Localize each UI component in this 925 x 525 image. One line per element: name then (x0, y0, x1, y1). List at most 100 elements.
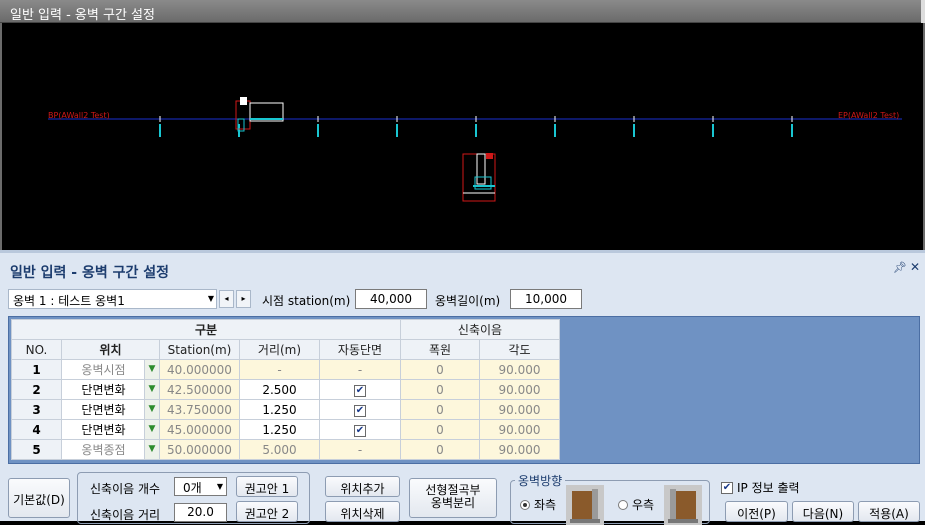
toolbar-row: 옹벽 1 : 테스트 옹벽1 ▼ ◂ ▸ 시점 station(m) 40,00… (8, 289, 908, 309)
dropdown-arrow-icon[interactable]: ▼ (144, 400, 159, 419)
row-dist[interactable]: 1.250 (239, 419, 320, 440)
row-station: 43.750000 (159, 399, 240, 420)
row-angle: 90.000 (479, 359, 560, 380)
wall-select-combo[interactable]: 옹벽 1 : 테스트 옹벽1 ▼ (8, 289, 217, 309)
row-pos[interactable]: 단면변화 ▼ (61, 399, 160, 420)
auto-section-checkbox[interactable]: ✔ (354, 385, 366, 397)
split-wall-label-2: 옹벽분리 (430, 496, 476, 510)
apply-button[interactable]: 적용(A) (858, 501, 920, 522)
wall-plan-symbol (235, 97, 284, 132)
auto-section-checkbox[interactable]: ✔ (354, 425, 366, 437)
row-width: 0 (400, 419, 480, 440)
row-station: 42.500000 (159, 379, 240, 400)
row-station: 50.000000 (159, 439, 240, 460)
right-radio-label: 우측 (632, 498, 655, 512)
col-no: NO. (11, 339, 62, 360)
row-angle: 90.000 (479, 379, 560, 400)
joint-count-value: 0개 (183, 481, 202, 495)
panel-title: 일반 입력 - 옹벽 구간 설정 (10, 265, 169, 281)
close-icon[interactable]: ✕ (910, 260, 920, 274)
joint-dist-input[interactable]: 20.0 (174, 503, 227, 522)
row-pos-value: 옹벽시점 (81, 363, 126, 377)
wall-length-input[interactable]: 10,000 (510, 289, 582, 309)
joint-count-select[interactable]: 0개 ▼ (174, 477, 227, 496)
row-angle: 90.000 (479, 399, 560, 420)
right-radio[interactable] (618, 500, 628, 510)
wall-select-value: 옹벽 1 : 테스트 옹벽1 (13, 294, 125, 308)
table-row[interactable]: 3 단면변화 ▼ 43.750000 1.250 ✔ 0 90.000 (11, 399, 560, 420)
next-button[interactable]: 다음(N) (792, 501, 854, 522)
row-auto[interactable]: ✔ (319, 399, 401, 420)
row-auto: - (319, 439, 401, 460)
row-pos[interactable]: 단면변화 ▼ (61, 419, 160, 440)
row-width: 0 (400, 399, 480, 420)
add-position-button[interactable]: 위치추가 (325, 476, 400, 497)
row-pos-value: 단면변화 (81, 403, 126, 417)
group-header: 구분 (11, 319, 401, 340)
start-station-label: 시점 station(m) (262, 294, 351, 308)
row-pos[interactable]: 단면변화 ▼ (61, 379, 160, 400)
row-dist: - (239, 359, 320, 380)
cad-viewport[interactable]: BP(AWall2 Test) EP(AWall2 Test) (0, 23, 925, 250)
default-button[interactable]: 기본값(D) (8, 478, 70, 518)
left-radio-label: 좌측 (534, 498, 557, 512)
row-pos[interactable]: 옹벽시점 ▼ (61, 359, 160, 380)
ip-info-checkbox[interactable]: ✔ (721, 482, 733, 494)
row-no: 3 (11, 399, 62, 420)
recommend1-button[interactable]: 권고안 1 (236, 476, 298, 497)
left-radio[interactable] (520, 500, 530, 510)
ep-label: EP(AWall2 Test) (838, 111, 899, 120)
wall-left-icon (566, 485, 604, 525)
recommend2-button[interactable]: 권고안 2 (236, 501, 298, 522)
row-no: 2 (11, 379, 62, 400)
chevron-down-icon: ▼ (216, 482, 223, 491)
wall-section-symbol (462, 153, 496, 202)
row-pos-value: 단면변화 (81, 423, 126, 437)
ip-info-label: IP 정보 출력 (737, 481, 800, 495)
wall-right-icon (664, 485, 702, 525)
row-angle: 90.000 (479, 439, 560, 460)
row-dist: 5.000 (239, 439, 320, 460)
table-row[interactable]: 1 옹벽시점 ▼ 40.000000 - - 0 90.000 (11, 359, 560, 380)
auto-section-checkbox[interactable]: ✔ (354, 405, 366, 417)
pin-icon[interactable]: 📌︎ (893, 261, 907, 274)
joint-dist-label: 신축이음 거리 (90, 508, 161, 522)
row-width: 0 (400, 359, 480, 380)
table-row[interactable]: 5 옹벽종점 ▼ 50.000000 5.000 - 0 90.000 (11, 439, 560, 460)
prev-button[interactable]: 이전(P) (725, 501, 788, 522)
section-grid: 구분 신축이음 NO. 위치 Station(m) 거리(m) 자동단면 폭원 … (8, 316, 920, 464)
row-auto[interactable]: ✔ (319, 379, 401, 400)
chevron-down-icon: ▼ (207, 294, 214, 303)
col-dist: 거리(m) (239, 339, 320, 360)
bp-label: BP(AWall2 Test) (48, 111, 110, 120)
direction-legend: 옹벽방향 (515, 472, 566, 489)
col-width: 폭원 (400, 339, 480, 360)
row-dist[interactable]: 1.250 (239, 399, 320, 420)
col-auto: 자동단면 (319, 339, 401, 360)
wall-length-label: 옹벽길이(m) (435, 294, 501, 308)
row-dist[interactable]: 2.500 (239, 379, 320, 400)
prev-wall-button[interactable]: ◂ (219, 290, 234, 308)
row-auto: - (319, 359, 401, 380)
row-station: 40.000000 (159, 359, 240, 380)
split-wall-button[interactable]: 선형절곡부 옹벽분리 (409, 478, 497, 518)
row-auto[interactable]: ✔ (319, 419, 401, 440)
start-station-input[interactable]: 40,000 (355, 289, 427, 309)
delete-position-button[interactable]: 위치삭제 (325, 501, 400, 522)
row-pos[interactable]: 옹벽종점 ▼ (61, 439, 160, 460)
group-header-joint: 신축이음 (400, 319, 560, 340)
row-station: 45.000000 (159, 419, 240, 440)
row-no: 4 (11, 419, 62, 440)
dropdown-arrow-icon[interactable]: ▼ (144, 360, 159, 379)
joint-count-label: 신축이음 개수 (90, 482, 161, 496)
row-angle: 90.000 (479, 419, 560, 440)
dropdown-arrow-icon[interactable]: ▼ (144, 420, 159, 439)
row-width: 0 (400, 379, 480, 400)
table-row[interactable]: 4 단면변화 ▼ 45.000000 1.250 ✔ 0 90.000 (11, 419, 560, 440)
dropdown-arrow-icon[interactable]: ▼ (144, 380, 159, 399)
table-row[interactable]: 2 단면변화 ▼ 42.500000 2.500 ✔ 0 90.000 (11, 379, 560, 400)
wall-section-panel: 일반 입력 - 옹벽 구간 설정 📌︎ ✕ 옹벽 1 : 테스트 옹벽1 ▼ ◂… (0, 250, 925, 525)
next-wall-button[interactable]: ▸ (236, 290, 251, 308)
dropdown-arrow-icon[interactable]: ▼ (144, 440, 159, 459)
section-table: 구분 신축이음 NO. 위치 Station(m) 거리(m) 자동단면 폭원 … (11, 319, 560, 460)
